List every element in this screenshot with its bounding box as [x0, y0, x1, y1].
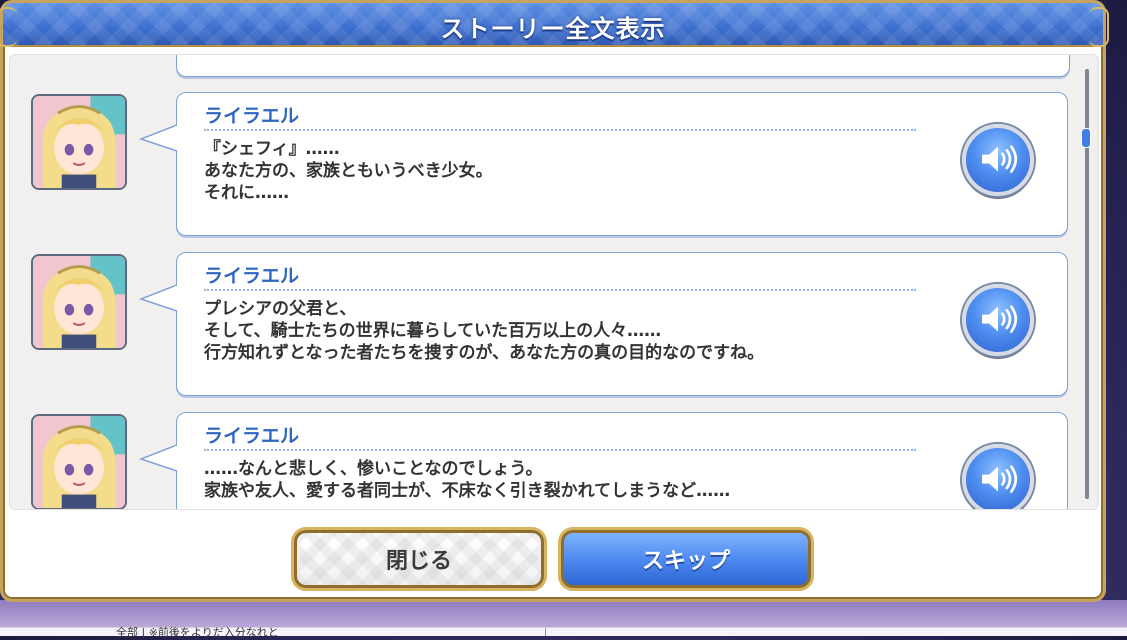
dialog-title: ストーリー全文表示	[440, 15, 666, 43]
dialogue-text: 『シェフィ』…… あなた方の、家族ともいうべき少女。 それに……	[204, 139, 493, 203]
ornament-right-icon	[1089, 7, 1109, 47]
dialogue-text: プレシアの父君と、 そして、騎士たちの世界に暮らしていた百万以上の人々…… 行方…	[204, 299, 765, 363]
close-button[interactable]: 閉じる	[294, 530, 544, 588]
log-entry: ライラエル 『シェフィ』…… あなた方の、家族ともいうべき少女。 それに……	[10, 92, 1070, 242]
story-log-dialog: ストーリー全文表示 ライラエル 『シェフィ』…… あなた方の、家族ともいうべき少…	[0, 0, 1109, 602]
dialogue-bubble: ライラエル プレシアの父君と、 そして、騎士たちの世界に暮らしていた百万以上の人…	[139, 252, 1068, 396]
skip-button[interactable]: スキップ	[561, 530, 811, 588]
log-entry: ライラエル プレシアの父君と、 そして、騎士たちの世界に暮らしていた百万以上の人…	[10, 252, 1070, 402]
name-divider	[204, 449, 916, 451]
character-portrait-icon	[31, 414, 127, 509]
name-divider	[204, 289, 916, 291]
dialogue-text: ……なんと悲しく、惨いことなのでしょう。 家族や友人、愛する者同士が、不床なく引…	[204, 459, 731, 501]
name-divider	[204, 129, 916, 131]
background-footer-text: 全部 | ※前後をよりだ入分なれと	[116, 626, 279, 639]
character-portrait-icon	[31, 254, 127, 350]
speaker-name: ライラエル	[204, 265, 300, 287]
bubble-tail-icon	[139, 124, 177, 152]
speaker-icon	[982, 465, 1018, 493]
story-log-list[interactable]: ライラエル 『シェフィ』…… あなた方の、家族ともいうべき少女。 それに…… ラ…	[9, 54, 1099, 510]
voice-play-button[interactable]	[962, 444, 1034, 509]
voice-play-button[interactable]	[962, 284, 1034, 356]
dialogue-bubble: ライラエル 『シェフィ』…… あなた方の、家族ともいうべき少女。 それに……	[139, 92, 1068, 236]
bubble-tail-icon	[139, 444, 177, 472]
dialog-header: ストーリー全文表示	[0, 3, 1109, 47]
speaker-name: ライラエル	[204, 425, 300, 447]
speaker-icon	[982, 145, 1018, 173]
previous-bubble-fragment	[176, 55, 1070, 77]
log-scroll-thumb[interactable]	[1081, 128, 1091, 148]
dialogue-bubble: ライラエル ……なんと悲しく、惨いことなのでしょう。 家族や友人、愛する者同士が…	[139, 412, 1068, 509]
voice-play-button[interactable]	[962, 124, 1034, 196]
speaker-icon	[982, 305, 1018, 333]
speaker-name: ライラエル	[204, 105, 300, 127]
log-entry: ライラエル ……なんと悲しく、惨いことなのでしょう。 家族や友人、愛する者同士が…	[10, 412, 1070, 509]
background-footer: 全部 | ※前後をよりだ入分なれと	[0, 626, 1127, 639]
background-footer-divider	[545, 628, 546, 636]
character-portrait-icon	[31, 94, 127, 190]
bubble-tail-icon	[139, 284, 177, 312]
